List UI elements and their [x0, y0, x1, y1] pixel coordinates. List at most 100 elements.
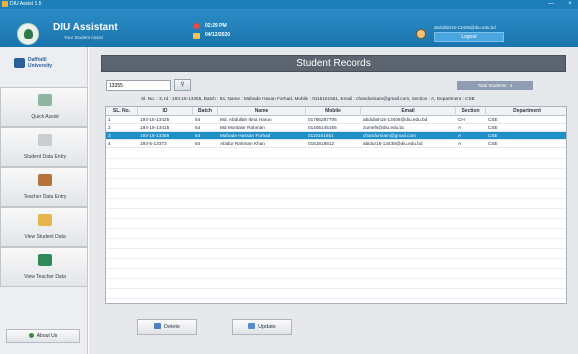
empty-row: [106, 239, 566, 249]
column-header-mobile[interactable]: Mobile: [306, 107, 361, 116]
user-avatar: [416, 29, 426, 39]
cell-mobile: 01405145165: [308, 125, 337, 130]
cell-department: CSE: [488, 125, 498, 130]
cell-name: Abidur Rahman Khan: [220, 141, 265, 146]
cell-name: Md Montasir Rahman: [220, 125, 265, 130]
app-header: DIU Assistant Your Student Assist 02:29 …: [0, 9, 578, 47]
column-header-batch[interactable]: Batch: [193, 107, 218, 116]
empty-row: [106, 179, 566, 189]
cell-mobile: 0115161651: [308, 133, 334, 138]
cell-id: 193-15-13355: [140, 133, 170, 138]
empty-row: [106, 209, 566, 219]
page-title: Student Records: [101, 55, 566, 72]
cell-email: abidur15-13438@diu.edu.bd: [363, 141, 423, 146]
cell-department: CSE: [488, 141, 498, 146]
cell-department: CSE: [488, 117, 498, 122]
cell-sl: 3: [108, 133, 111, 138]
column-header-name[interactable]: Name: [218, 107, 306, 116]
cell-name: Mahade Hassan Forhad: [220, 133, 271, 138]
cell-mobile: 01786287706: [308, 117, 337, 122]
empty-row: [106, 219, 566, 229]
empty-row: [106, 159, 566, 169]
empty-row: [106, 189, 566, 199]
update-button[interactable]: Update: [232, 319, 292, 335]
empty-row: [106, 279, 566, 289]
book-icon: [38, 94, 52, 106]
empty-row: [106, 249, 566, 259]
app-subtitle: Your Student Assist: [64, 35, 103, 40]
sidebar-item-label: Quick Assist: [31, 114, 59, 120]
sidebar: Daffodil University Quick Assist Student…: [0, 47, 88, 354]
minimize-button[interactable]: —: [545, 0, 557, 9]
current-time: 02:29 PM: [205, 23, 227, 29]
empty-row: [106, 199, 566, 209]
sidebar-item-label: View Student Data: [24, 234, 66, 240]
view-student-icon: [38, 214, 52, 226]
table-row[interactable]: 1 193-15-13425 54 Md. Abdullah Ibna Haru…: [106, 116, 566, 124]
delete-icon: [154, 323, 162, 329]
main-panel: Student Records ⚲ Total Students : 4 Sl.…: [89, 47, 578, 354]
student-table[interactable]: SL. No. ID Batch Name Mobile Email Secti…: [105, 106, 567, 304]
app-logo: [17, 23, 39, 45]
view-teacher-icon: [38, 254, 52, 266]
search-input[interactable]: [106, 80, 171, 91]
cell-batch: 54: [195, 133, 201, 138]
cell-email: zumefs@diu.edu.bc: [363, 125, 405, 130]
close-button[interactable]: ×: [564, 0, 576, 9]
university-logo: Daffodil University: [14, 55, 68, 71]
cell-section: CH: [458, 117, 465, 122]
logout-button[interactable]: Logout: [434, 32, 504, 42]
cell-mobile: 0151818812: [308, 141, 335, 146]
cell-id: 193-15-13415: [140, 125, 170, 130]
sidebar-item-quick-assist[interactable]: Quick Assist: [0, 87, 88, 127]
column-header-section[interactable]: Section: [456, 107, 486, 116]
app-icon: [2, 1, 8, 7]
cell-sl: 4: [108, 141, 111, 146]
university-logo-icon: [14, 58, 25, 68]
cell-section: A: [458, 141, 462, 146]
cell-section: A: [458, 125, 462, 130]
table-row-selected[interactable]: 3 193-15-13355 54 Mahade Hassan Forhad 0…: [106, 132, 566, 140]
cell-batch: 54: [195, 125, 201, 130]
user-email: abdullah15-13406@diu.edu.bd: [434, 25, 496, 30]
about-us-label: About Us: [36, 333, 58, 339]
empty-row: [106, 149, 566, 159]
update-label: Update: [258, 324, 276, 330]
calendar-icon: [193, 33, 200, 39]
column-header-id[interactable]: ID: [138, 107, 193, 116]
sidebar-item-teacher-data-entry[interactable]: Teacher Data Entry: [0, 167, 88, 207]
column-header-department[interactable]: Department: [486, 107, 566, 116]
cell-section: A: [458, 133, 462, 138]
delete-button[interactable]: Delete: [137, 319, 197, 335]
cell-email: abdullah15-13406@diu.edu.bd: [363, 117, 428, 122]
window-titlebar: DIU Assist 1.5 — ×: [0, 0, 578, 9]
sidebar-item-view-student-data[interactable]: View Student Data: [0, 207, 88, 247]
current-date: 04/12/2020: [205, 32, 231, 38]
empty-row: [106, 259, 566, 269]
sidebar-item-student-data-entry[interactable]: Student Data Entry: [0, 127, 88, 167]
cell-department: CSE: [488, 133, 498, 138]
about-us-button[interactable]: About Us: [6, 329, 80, 343]
column-header-sl[interactable]: SL. No.: [106, 107, 138, 116]
empty-row: [106, 289, 566, 299]
cell-name: Md. Abdullah Ibna Harun: [220, 117, 272, 122]
cell-batch: 54: [195, 117, 201, 122]
cell-email: chandumiam@gmail.com: [363, 133, 416, 138]
cell-batch: 54: [195, 141, 201, 146]
delete-label: Delete: [164, 324, 180, 330]
sidebar-item-label: View Teacher Data: [24, 274, 66, 280]
student-icon: [38, 134, 52, 146]
cell-id: 193-15-13425: [140, 117, 170, 122]
search-button[interactable]: ⚲: [174, 79, 191, 91]
info-icon: [28, 333, 34, 338]
table-row[interactable]: 2 193-15-13415 54 Md Montasir Rahman 014…: [106, 124, 566, 132]
app-title: DIU Assistant: [53, 22, 118, 33]
update-icon: [248, 323, 256, 329]
cell-id: 193-5-13373: [140, 141, 167, 146]
teacher-icon: [38, 174, 52, 186]
column-header-email[interactable]: Email: [361, 107, 456, 116]
university-name: Daffodil University: [28, 57, 53, 69]
clock-icon: [193, 23, 200, 29]
sidebar-item-view-teacher-data[interactable]: View Teacher Data: [0, 247, 88, 287]
table-row[interactable]: 4 193-5-13373 54 Abidur Rahman Khan 0151…: [106, 140, 566, 148]
